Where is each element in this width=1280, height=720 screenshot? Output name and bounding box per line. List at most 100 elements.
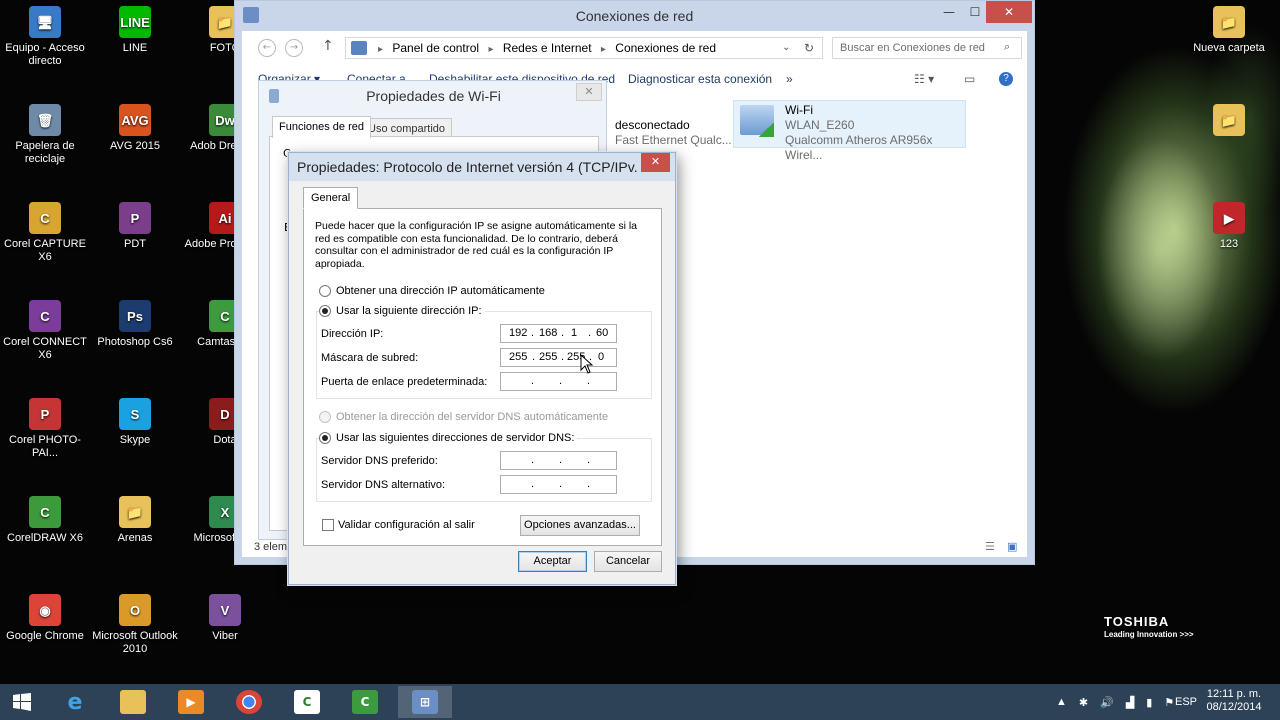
subnet-mask-input[interactable]: 255 . 255 . 255 . 0 bbox=[500, 348, 617, 367]
desktop-icon[interactable]: O Microsoft Outlook 2010 bbox=[90, 594, 180, 656]
ipv4-close-button[interactable]: ✕ bbox=[641, 153, 670, 172]
validate-checkbox-box bbox=[322, 519, 334, 531]
more-commands-button[interactable]: » bbox=[786, 72, 793, 86]
wifi-dialog-close-button[interactable]: ✕ bbox=[576, 83, 602, 101]
minimize-button[interactable]: — bbox=[936, 1, 962, 23]
radio-manual-dns[interactable]: Usar las siguientes direcciones de servi… bbox=[319, 432, 578, 444]
up-icon[interactable]: ↑ bbox=[322, 38, 334, 54]
app-icon: 📁 bbox=[119, 496, 151, 528]
flag-icon[interactable]: ⚑ bbox=[1164, 696, 1174, 709]
language-indicator[interactable]: ESP bbox=[1175, 684, 1197, 720]
desktop-icon[interactable]: P PDT bbox=[90, 202, 180, 251]
desktop-icon-label: 123 bbox=[1219, 238, 1239, 250]
desktop-icon[interactable]: P Corel PHOTO-PAI... bbox=[0, 398, 90, 460]
taskbar-chrome[interactable] bbox=[222, 686, 276, 718]
gateway-input[interactable]: . . . bbox=[500, 372, 617, 391]
chevron-down-icon[interactable]: ⌄ bbox=[782, 38, 790, 58]
start-button[interactable] bbox=[0, 686, 44, 718]
explorer-title: Conexiones de red bbox=[575, 8, 694, 24]
dns-preferred-input[interactable]: . . . bbox=[500, 451, 617, 470]
explorer-titlebar[interactable]: Conexiones de red — ☐ ✕ bbox=[235, 1, 1034, 31]
app-icon: V bbox=[209, 594, 241, 626]
desktop-icon[interactable]: Ps Photoshop Cs6 bbox=[90, 300, 180, 349]
close-button[interactable]: ✕ bbox=[986, 1, 1032, 23]
mask-dot: . bbox=[561, 351, 565, 363]
breadcrumb-network-connections[interactable]: Conexiones de red bbox=[615, 41, 716, 55]
mask-octet-2: 255 bbox=[539, 351, 558, 363]
validate-on-exit-checkbox[interactable]: Validar configuración al salir bbox=[322, 519, 475, 531]
refresh-icon[interactable]: ↻ bbox=[804, 38, 814, 58]
desktop-icon[interactable]: C Corel CAPTURE X6 bbox=[0, 202, 90, 264]
tab-network-functions[interactable]: Funciones de red bbox=[272, 116, 371, 138]
taskbar-ie[interactable]: e bbox=[48, 686, 102, 718]
dns-dot: . bbox=[531, 454, 535, 466]
large-icons-view-icon[interactable]: ▣ bbox=[1007, 540, 1017, 553]
desktop-icon[interactable]: 📁 Arenas bbox=[90, 496, 180, 545]
desktop-icon-label: Corel PHOTO-PAI... bbox=[9, 434, 81, 459]
forward-icon[interactable]: → bbox=[285, 39, 303, 57]
ethernet-connection-item[interactable]: desconectado Fast Ethernet Qualc... bbox=[615, 118, 732, 148]
wifi-adapter: Qualcomm Atheros AR956x Wirel... bbox=[785, 133, 933, 162]
desktop-icon-label: Google Chrome bbox=[6, 630, 84, 642]
desktop-icon[interactable]: ▶ 123 bbox=[1184, 202, 1274, 251]
wifi-ssid: WLAN_E260 bbox=[785, 118, 855, 132]
details-view-icon[interactable]: ☰ bbox=[985, 540, 995, 553]
address-input[interactable]: ▸ Panel de control ▸ Redes e Internet ▸ … bbox=[345, 37, 823, 59]
taskbar-control-panel[interactable]: ⊞ bbox=[398, 686, 452, 718]
desktop-icon[interactable]: ◉ Google Chrome bbox=[0, 594, 90, 643]
wifi-connection-item[interactable]: Wi-Fi WLAN_E260 Qualcomm Atheros AR956x … bbox=[733, 100, 966, 162]
taskbar-camtasia-recorder[interactable]: C bbox=[338, 686, 392, 718]
chrome-icon bbox=[236, 690, 262, 714]
volume-icon[interactable]: 🔊 bbox=[1100, 696, 1114, 709]
taskbar-camtasia[interactable]: C bbox=[280, 686, 334, 718]
desktop-icon-label: LINE bbox=[122, 42, 148, 54]
ipv4-titlebar[interactable]: Propiedades: Protocolo de Internet versi… bbox=[289, 153, 675, 181]
mouse-cursor-icon bbox=[580, 354, 594, 374]
desktop-icon[interactable]: S Skype bbox=[90, 398, 180, 447]
desktop-icon[interactable]: 🖥 Equipo - Acceso directo bbox=[0, 6, 90, 68]
desktop-icon[interactable]: C CorelDRAW X6 bbox=[0, 496, 90, 545]
radio-manual-ip[interactable]: Usar la siguiente dirección IP: bbox=[319, 305, 485, 317]
taskbar-media-player[interactable]: ▶ bbox=[164, 686, 218, 718]
search-icon[interactable]: ⌕ bbox=[1004, 40, 1010, 54]
back-icon[interactable]: ← bbox=[258, 39, 276, 57]
desktop-icon[interactable]: C Corel CONNECT X6 bbox=[0, 300, 90, 362]
desktop-icon[interactable]: 📁 bbox=[1184, 104, 1274, 140]
cancel-button[interactable]: Cancelar bbox=[594, 551, 662, 572]
show-hidden-icons-icon[interactable]: ▲ bbox=[1056, 696, 1067, 708]
dns-preferred-label: Servidor DNS preferido: bbox=[321, 455, 438, 467]
wifi-dialog-title: Propiedades de Wi-Fi bbox=[366, 88, 501, 104]
desktop-icon[interactable]: V Viber bbox=[180, 594, 270, 643]
ip-address-input[interactable]: 192 . 168 . 1 . 60 bbox=[500, 324, 617, 343]
advanced-options-button[interactable]: Opciones avanzadas... bbox=[520, 515, 640, 536]
diagnose-button[interactable]: Diagnosticar esta conexión bbox=[628, 72, 772, 86]
tab-general[interactable]: General bbox=[303, 187, 359, 209]
ok-button[interactable]: Aceptar bbox=[518, 551, 587, 572]
view-options-icon[interactable]: ☷ ▾ bbox=[914, 72, 934, 86]
preview-pane-icon[interactable]: ▭ bbox=[964, 72, 975, 86]
breadcrumb-network-internet[interactable]: Redes e Internet bbox=[503, 41, 592, 55]
breadcrumb-control-panel[interactable]: Panel de control bbox=[392, 41, 479, 55]
taskbar: e ▶ C C ⊞ ▲ ✱ 🔊 ▟ ▮ ⚑ ESP 12:11 p. m. 08… bbox=[0, 684, 1280, 720]
bluetooth-icon[interactable]: ✱ bbox=[1079, 696, 1088, 709]
power-icon[interactable]: ▮ bbox=[1146, 696, 1152, 709]
dns-dot: . bbox=[531, 478, 535, 490]
desktop-icon[interactable]: AVG AVG 2015 bbox=[90, 104, 180, 153]
radio-auto-ip[interactable]: Obtener una dirección IP automáticamente bbox=[319, 285, 545, 297]
help-icon[interactable]: ? bbox=[999, 72, 1013, 86]
desktop-icon[interactable]: LINE LINE bbox=[90, 6, 180, 55]
radio-manual-dns-indicator bbox=[319, 432, 331, 444]
radio-auto-dns[interactable]: Obtener la dirección del servidor DNS au… bbox=[319, 411, 608, 423]
radio-manual-dns-label: Usar las siguientes direcciones de servi… bbox=[336, 432, 575, 444]
dns-alternate-input[interactable]: . . . bbox=[500, 475, 617, 494]
maximize-button[interactable]: ☐ bbox=[962, 1, 988, 23]
radio-auto-dns-indicator bbox=[319, 411, 331, 423]
search-input[interactable]: Buscar en Conexiones de red bbox=[832, 37, 1022, 59]
status-bar-count: 3 elem bbox=[254, 541, 288, 553]
desktop-icon[interactable]: 📁 Nueva carpeta bbox=[1184, 6, 1274, 55]
desktop-icon[interactable]: 🗑 Papelera de reciclaje bbox=[0, 104, 90, 166]
taskbar-file-explorer[interactable] bbox=[106, 686, 160, 718]
network-signal-icon[interactable]: ▟ bbox=[1126, 696, 1134, 709]
desktop-icon-label: Photoshop Cs6 bbox=[97, 336, 173, 348]
clock[interactable]: 12:11 p. m. 08/12/2014 bbox=[1198, 688, 1270, 714]
